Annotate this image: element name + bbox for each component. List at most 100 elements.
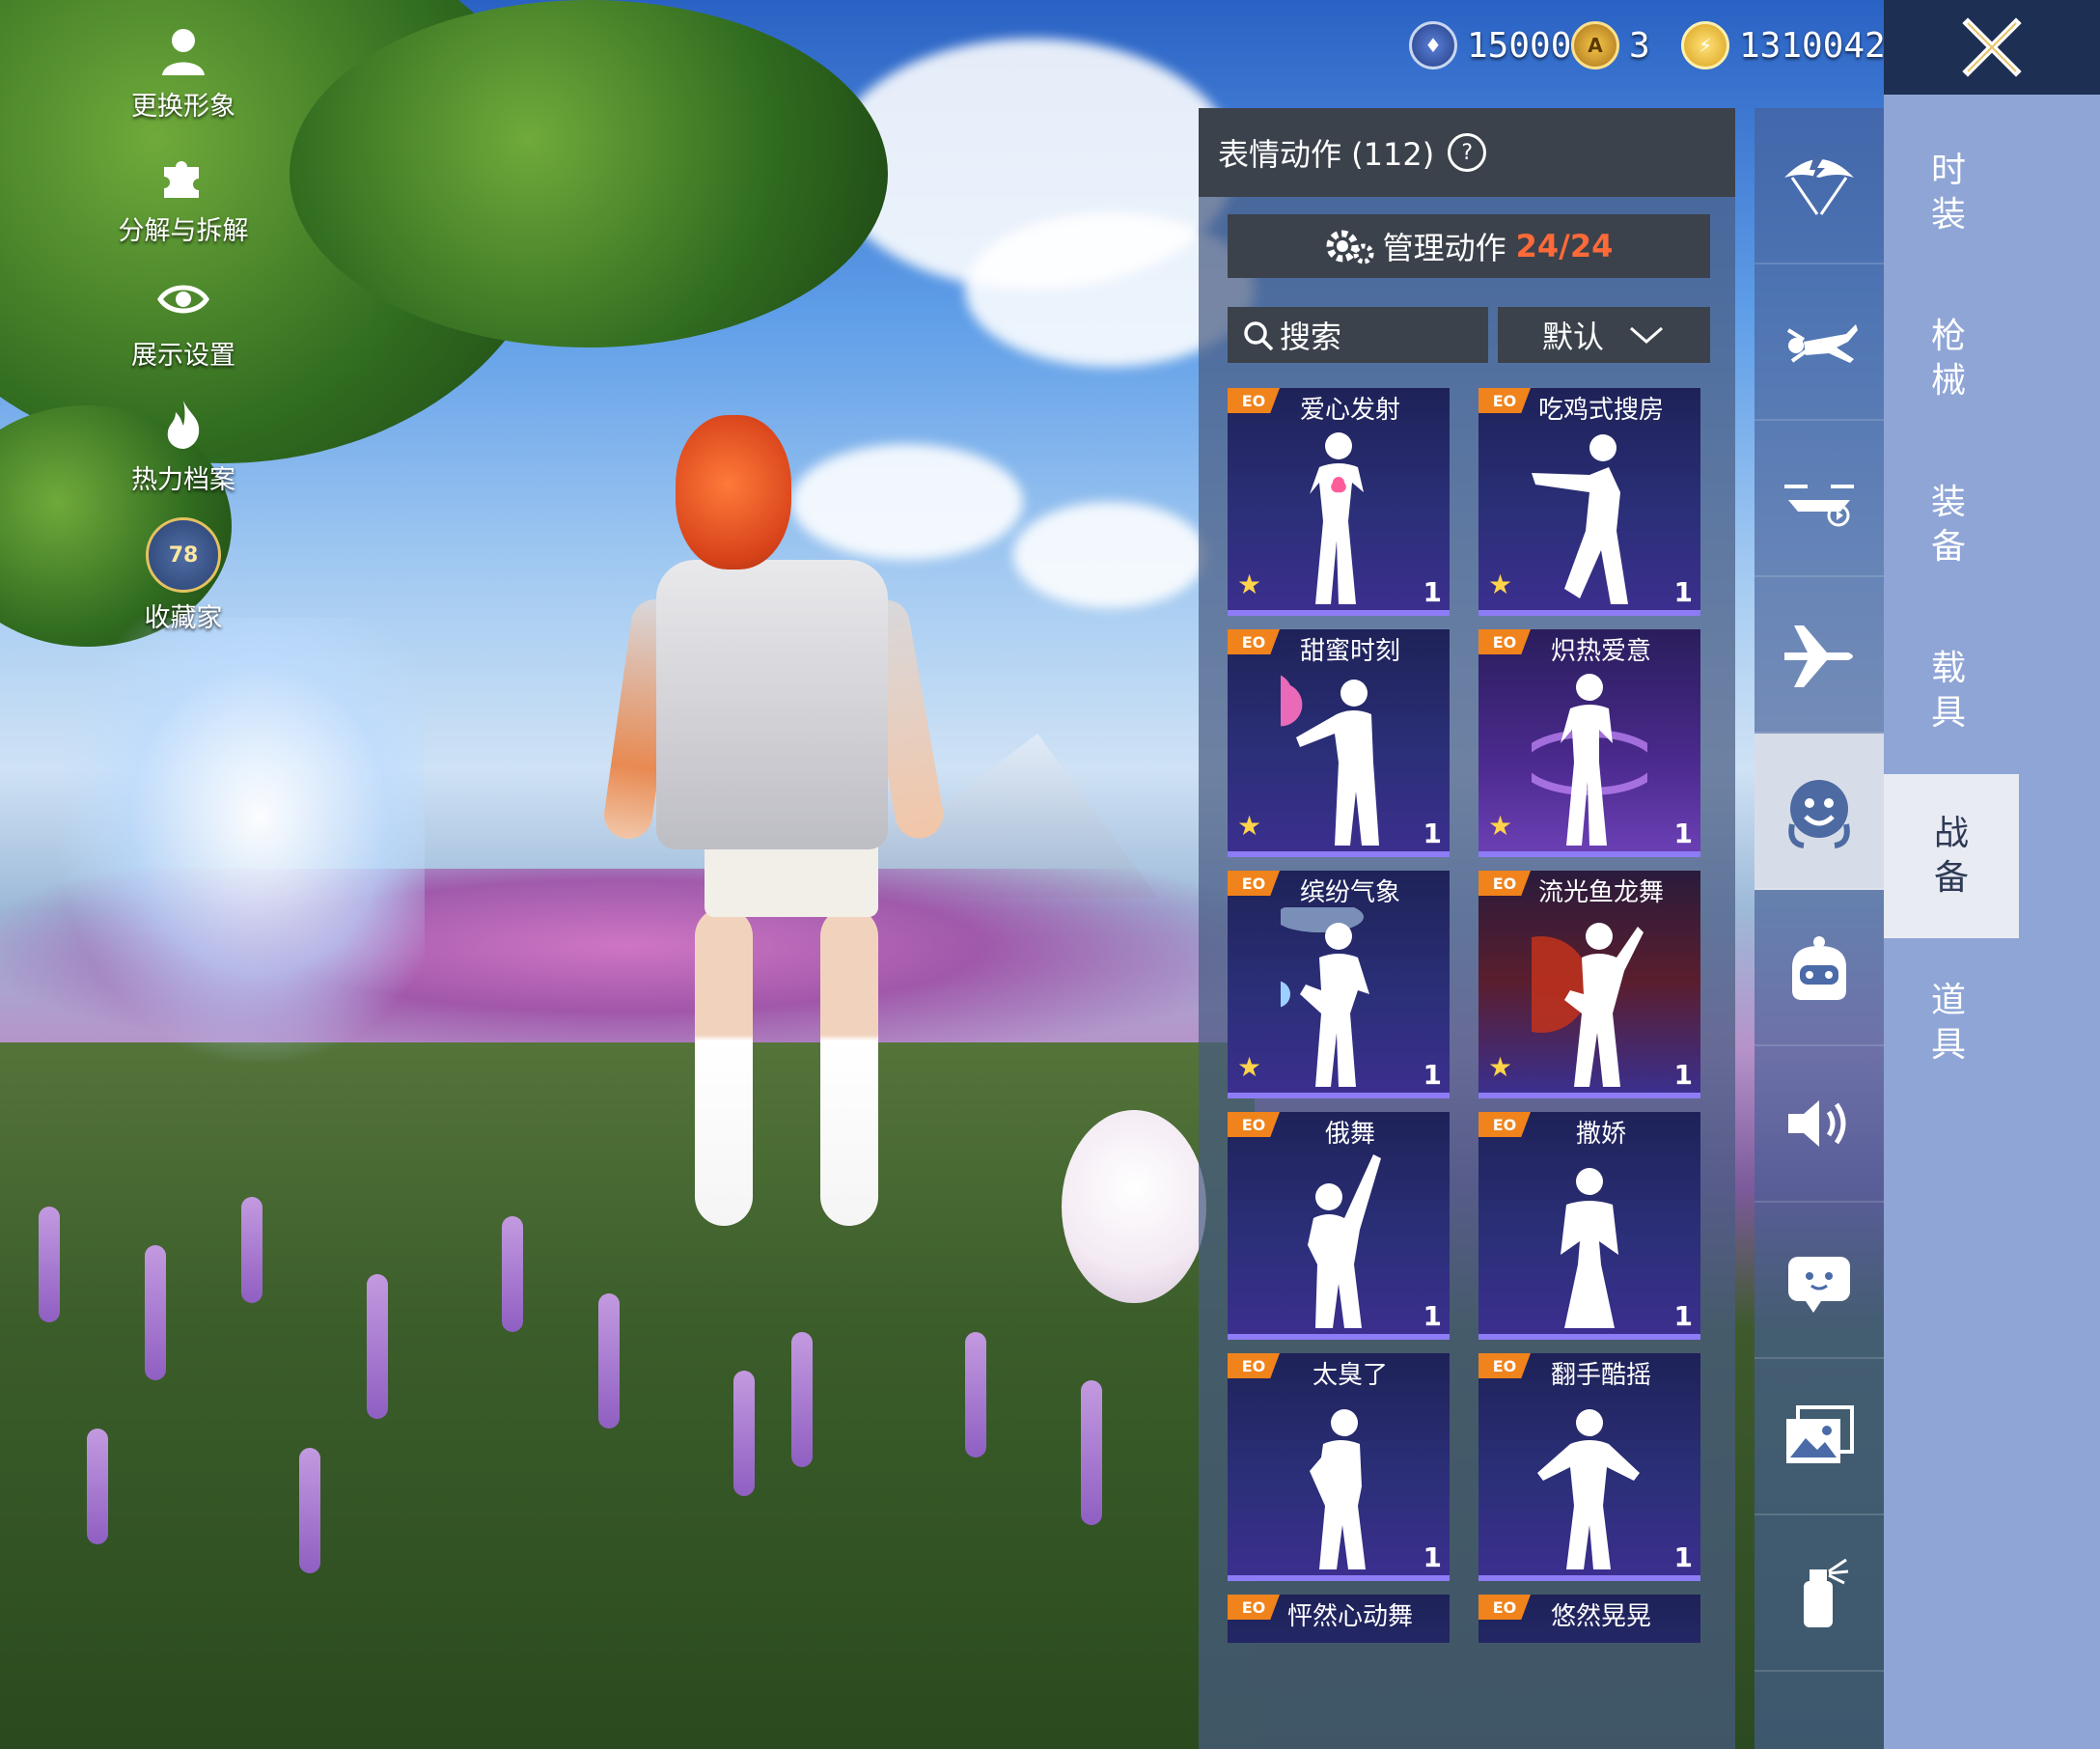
ag-currency[interactable]: A 3 <box>1571 21 1650 69</box>
emote-card[interactable]: EO 流光鱼龙舞 ★ 1 <box>1478 871 1700 1098</box>
heat-profile-button[interactable]: 热力档案 <box>97 393 270 496</box>
category-drone[interactable] <box>1755 421 1884 577</box>
change-avatar-button[interactable]: 更换形象 <box>97 19 270 123</box>
lupine-flower <box>502 1216 523 1332</box>
emote-quantity: 1 <box>1673 576 1693 608</box>
emote-pose-figure <box>1532 1631 1647 1643</box>
category-emote[interactable] <box>1755 734 1884 890</box>
star-icon: ★ <box>1237 569 1262 600</box>
emote-card[interactable]: EO 俄舞 1 <box>1228 1112 1450 1340</box>
eye-icon <box>152 268 214 330</box>
emote-card[interactable]: EO 吃鸡式搜房 ★ 1 <box>1478 388 1700 616</box>
close-icon <box>1962 17 2022 77</box>
emote-name: 甜蜜时刻 <box>1299 637 1400 666</box>
gear-icon <box>1326 230 1374 264</box>
lupine-flower <box>145 1245 166 1380</box>
companion-pet <box>1062 1110 1206 1303</box>
emote-pose-figure <box>1532 434 1628 604</box>
uc-coin-icon: ⚡ <box>1681 21 1729 69</box>
gallery-icon <box>1786 1405 1854 1463</box>
emote-name: 悠然晃晃 <box>1550 1602 1651 1631</box>
search-input[interactable]: 搜索 <box>1228 307 1488 363</box>
grass <box>0 1042 1255 1749</box>
display-settings-button[interactable]: 展示设置 <box>97 268 270 372</box>
manage-emotes-button[interactable]: 管理动作 24/24 <box>1228 214 1710 278</box>
menu-label: 展示设置 <box>131 341 235 371</box>
tab-items[interactable]: 道具 <box>1884 946 2013 1100</box>
category-strip <box>1755 108 1884 1749</box>
category-gallery[interactable] <box>1755 1359 1884 1515</box>
ag-coin-icon: A <box>1571 21 1619 69</box>
emote-card[interactable]: EO 缤纷气象 ★ 1 <box>1228 871 1450 1098</box>
emote-card[interactable]: EO 撒娇 1 <box>1478 1112 1700 1340</box>
manage-count: 24/24 <box>1515 228 1614 264</box>
panel-header: 表情动作 (112) ? <box>1199 108 1735 197</box>
chat-bubble-icon <box>1788 1257 1850 1313</box>
menu-label: 分解与拆解 <box>118 216 249 246</box>
star-icon: ★ <box>1237 1051 1262 1083</box>
collector-button[interactable]: 78 收藏家 <box>97 517 270 634</box>
tab-weapons[interactable]: 枪械 <box>1884 282 2013 436</box>
emote-card[interactable]: EO 翻手酷摇 1 <box>1478 1353 1700 1581</box>
lupine-flower <box>1081 1380 1102 1525</box>
crab-mask-head <box>676 415 791 569</box>
tab-combat-gear[interactable]: 战备 <box>1884 774 2019 938</box>
emote-pose-figure <box>1310 1409 1366 1569</box>
emote-card[interactable]: EO 爱心发射 ★ 1 <box>1228 388 1450 616</box>
tree <box>290 0 888 347</box>
uc-value: 1310042 <box>1739 25 1886 66</box>
lupine-flower <box>733 1371 755 1496</box>
category-skydive[interactable] <box>1755 264 1884 421</box>
puzzle-icon <box>152 144 214 206</box>
category-chat[interactable] <box>1755 1203 1884 1359</box>
emote-quantity: 1 <box>1673 818 1693 849</box>
help-icon[interactable]: ? <box>1448 133 1487 172</box>
emote-name: 俄舞 <box>1324 1120 1375 1149</box>
tab-label: 装备 <box>1930 483 1966 567</box>
emote-card[interactable]: EO 甜蜜时刻 ★ 1 <box>1228 629 1450 857</box>
drone-icon <box>1784 485 1854 527</box>
emote-card[interactable]: EO 怦然心动舞 <box>1228 1595 1450 1643</box>
emote-quantity: 1 <box>1423 576 1442 608</box>
tab-label: 时装 <box>1930 151 1966 235</box>
bp-value: 15000 <box>1467 25 1572 66</box>
emote-pose-figure <box>1532 923 1644 1087</box>
character-leg <box>695 907 753 1226</box>
emote-pose-figure <box>1281 1631 1396 1643</box>
emote-card[interactable]: EO 太臭了 1 <box>1228 1353 1450 1581</box>
emote-card[interactable]: EO 悠然晃晃 <box>1478 1595 1700 1643</box>
emote-quantity: 1 <box>1673 1059 1693 1091</box>
emote-quantity: 1 <box>1423 1541 1442 1573</box>
category-voice[interactable] <box>1755 1046 1884 1203</box>
star-icon: ★ <box>1488 810 1513 842</box>
star-icon: ★ <box>1237 810 1262 842</box>
category-parachute[interactable] <box>1755 108 1884 264</box>
tab-fashion[interactable]: 时装 <box>1884 116 2013 270</box>
emote-quantity: 1 <box>1423 818 1442 849</box>
decompose-button[interactable]: 分解与拆解 <box>97 144 270 247</box>
lupine-flower <box>367 1274 388 1419</box>
category-companion[interactable] <box>1755 890 1884 1046</box>
tab-label: 载具 <box>1930 649 1966 733</box>
bp-currency[interactable]: ♦ 15000 <box>1409 21 1571 69</box>
emote-pose-figure <box>1310 432 1364 604</box>
tab-equipment[interactable]: 装备 <box>1884 448 2013 602</box>
menu-label: 热力档案 <box>131 465 235 495</box>
close-button[interactable] <box>1884 0 2100 95</box>
emote-name: 吃鸡式搜房 <box>1537 396 1664 425</box>
lupine-flower <box>299 1448 320 1573</box>
emote-pose-figure <box>1561 1168 1618 1328</box>
tab-label: 枪械 <box>1930 317 1966 401</box>
emote-pose-figure <box>1281 907 1369 1087</box>
category-plane[interactable] <box>1755 577 1884 734</box>
uc-currency[interactable]: ⚡ 1310042 <box>1681 21 1886 69</box>
sort-dropdown[interactable]: 默认 <box>1498 307 1710 363</box>
emote-card[interactable]: EO 炽热爱意 ★ 1 <box>1478 629 1700 857</box>
category-spray[interactable] <box>1755 1515 1884 1672</box>
menu-label: 更换形象 <box>131 92 235 122</box>
plane-icon <box>1784 625 1853 687</box>
emote-panel: 表情动作 (112) ? 管理动作 24/24 搜索 默认 EO 爱心发射 ★ … <box>1199 108 1735 1749</box>
lupine-flower <box>791 1332 813 1467</box>
emote-name: 怦然心动舞 <box>1286 1602 1413 1631</box>
tab-vehicles[interactable]: 载具 <box>1884 614 2013 768</box>
